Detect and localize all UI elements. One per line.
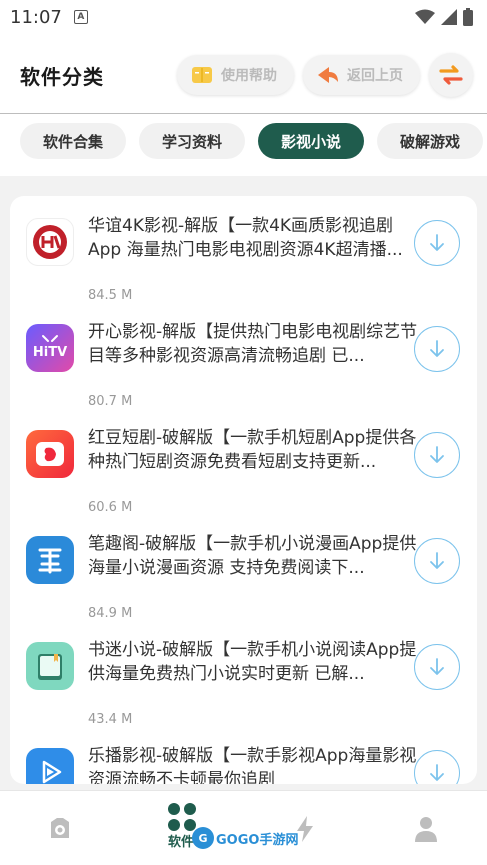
tab-cracked-games[interactable]: 破解游戏 xyxy=(377,123,483,159)
nav-software-label: 软件 xyxy=(168,835,195,850)
tab-video-novels[interactable]: 影视小说 xyxy=(258,123,364,159)
help-label: 使用帮助 xyxy=(221,68,277,84)
signal-icon xyxy=(441,9,457,25)
app-title: 乐播影视-破解版【一款手影视App海量影视资源流畅不卡顿最你追剧 xyxy=(88,746,417,784)
download-arrow-icon xyxy=(430,446,444,463)
app-title: 红豆短剧-破解版【一款手机短剧App提供各种热门短剧资源免费看短剧支持更新... xyxy=(88,428,417,472)
list-item[interactable]: 华谊4K影视-解版【一款4K画质影视追剧App 海量热门电影电视剧资源4K超清播… xyxy=(10,196,477,303)
app-size: 60.6 M xyxy=(88,500,133,515)
status-icons xyxy=(415,8,473,26)
header: 软件分类 使用帮助 返回上页 xyxy=(0,44,487,106)
nav-home[interactable] xyxy=(40,809,80,849)
back-button[interactable]: 返回上页 xyxy=(303,55,420,95)
download-button[interactable] xyxy=(414,750,460,784)
app-size: 80.7 M xyxy=(88,394,133,409)
app-size: 43.4 M xyxy=(88,712,133,727)
battery-icon xyxy=(463,8,473,26)
download-arrow-icon xyxy=(430,234,444,251)
swap-button[interactable] xyxy=(429,53,473,97)
swap-arrows-icon xyxy=(439,65,463,85)
hitv-icon: HiTV xyxy=(26,324,74,372)
list-item[interactable]: 书迷小说-破解版【一款手机小说阅读App提供海量免费热门小说实时更新 已解...… xyxy=(10,620,477,727)
app-title: 笔趣阁-破解版【一款手机小说漫画App提供海量小说漫画资源 支持免费阅读下... xyxy=(88,534,417,578)
huayi-4k-icon xyxy=(26,218,74,266)
app-title: 华谊4K影视-解版【一款4K画质影视追剧App 海量热门电影电视剧资源4K超清播… xyxy=(88,216,403,260)
app-list: 华谊4K影视-解版【一款4K画质影视追剧App 海量热门电影电视剧资源4K超清播… xyxy=(10,196,477,784)
wifi-icon xyxy=(415,9,435,24)
hongdou-icon xyxy=(26,430,74,478)
list-item[interactable]: HiTV 开心影视-解版【提供热门电影电视剧综艺节目等多种影视资源高清流畅追剧 … xyxy=(10,302,477,409)
list-item[interactable]: 红豆短剧-破解版【一款手机短剧App提供各种热门短剧资源免费看短剧支持更新...… xyxy=(10,408,477,515)
app-size: 84.5 M xyxy=(88,288,133,303)
lebo-icon xyxy=(26,748,74,784)
category-tabs: 软件合集 学习资料 影视小说 破解游戏 xyxy=(20,123,483,159)
download-button[interactable] xyxy=(414,644,460,690)
list-item[interactable]: 笔趣阁-破解版【一款手机小说漫画App提供海量小说漫画资源 支持免费阅读下...… xyxy=(10,514,477,621)
notification-icon: A xyxy=(73,10,88,24)
tab-study-materials[interactable]: 学习资料 xyxy=(139,123,245,159)
download-button[interactable] xyxy=(414,220,460,266)
shumi-icon xyxy=(26,642,74,690)
download-button[interactable] xyxy=(414,538,460,584)
nav-lightning[interactable] xyxy=(285,809,325,849)
download-button[interactable] xyxy=(414,326,460,372)
download-arrow-icon xyxy=(430,658,444,675)
lightning-icon xyxy=(297,816,313,842)
book-icon xyxy=(192,67,212,83)
download-arrow-icon xyxy=(430,340,444,357)
back-arrow-icon xyxy=(318,67,338,83)
app-title: 书迷小说-破解版【一款手机小说阅读App提供海量免费热门小说实时更新 已解... xyxy=(88,640,417,684)
back-label: 返回上页 xyxy=(347,68,403,84)
list-item[interactable]: 乐播影视-破解版【一款手影视App海量影视资源流畅不卡顿最你追剧 xyxy=(10,726,477,784)
tab-software-collection[interactable]: 软件合集 xyxy=(20,123,126,159)
nav-profile[interactable] xyxy=(406,809,446,849)
download-button[interactable] xyxy=(414,432,460,478)
page-title: 软件分类 xyxy=(20,64,104,89)
camera-shield-icon xyxy=(51,818,69,838)
app-title: 开心影视-解版【提供热门电影电视剧综艺节目等多种影视资源高清流畅追剧 已... xyxy=(88,322,418,366)
status-time: 11:07 xyxy=(10,6,62,28)
watermark-logo: G GOGO手游网 xyxy=(192,827,298,849)
download-arrow-icon xyxy=(430,552,444,569)
header-divider xyxy=(0,113,487,114)
svg-text:HiTV: HiTV xyxy=(33,345,67,360)
person-icon xyxy=(415,817,437,842)
app-size: 84.9 M xyxy=(88,606,133,621)
watermark-mark: G xyxy=(192,827,214,849)
download-arrow-icon xyxy=(430,764,444,781)
status-bar: 11:07 A xyxy=(0,0,487,34)
help-button[interactable]: 使用帮助 xyxy=(177,55,294,95)
biquge-icon xyxy=(26,536,74,584)
bottom-nav: 软件 G GOGO手游网 xyxy=(0,790,487,865)
